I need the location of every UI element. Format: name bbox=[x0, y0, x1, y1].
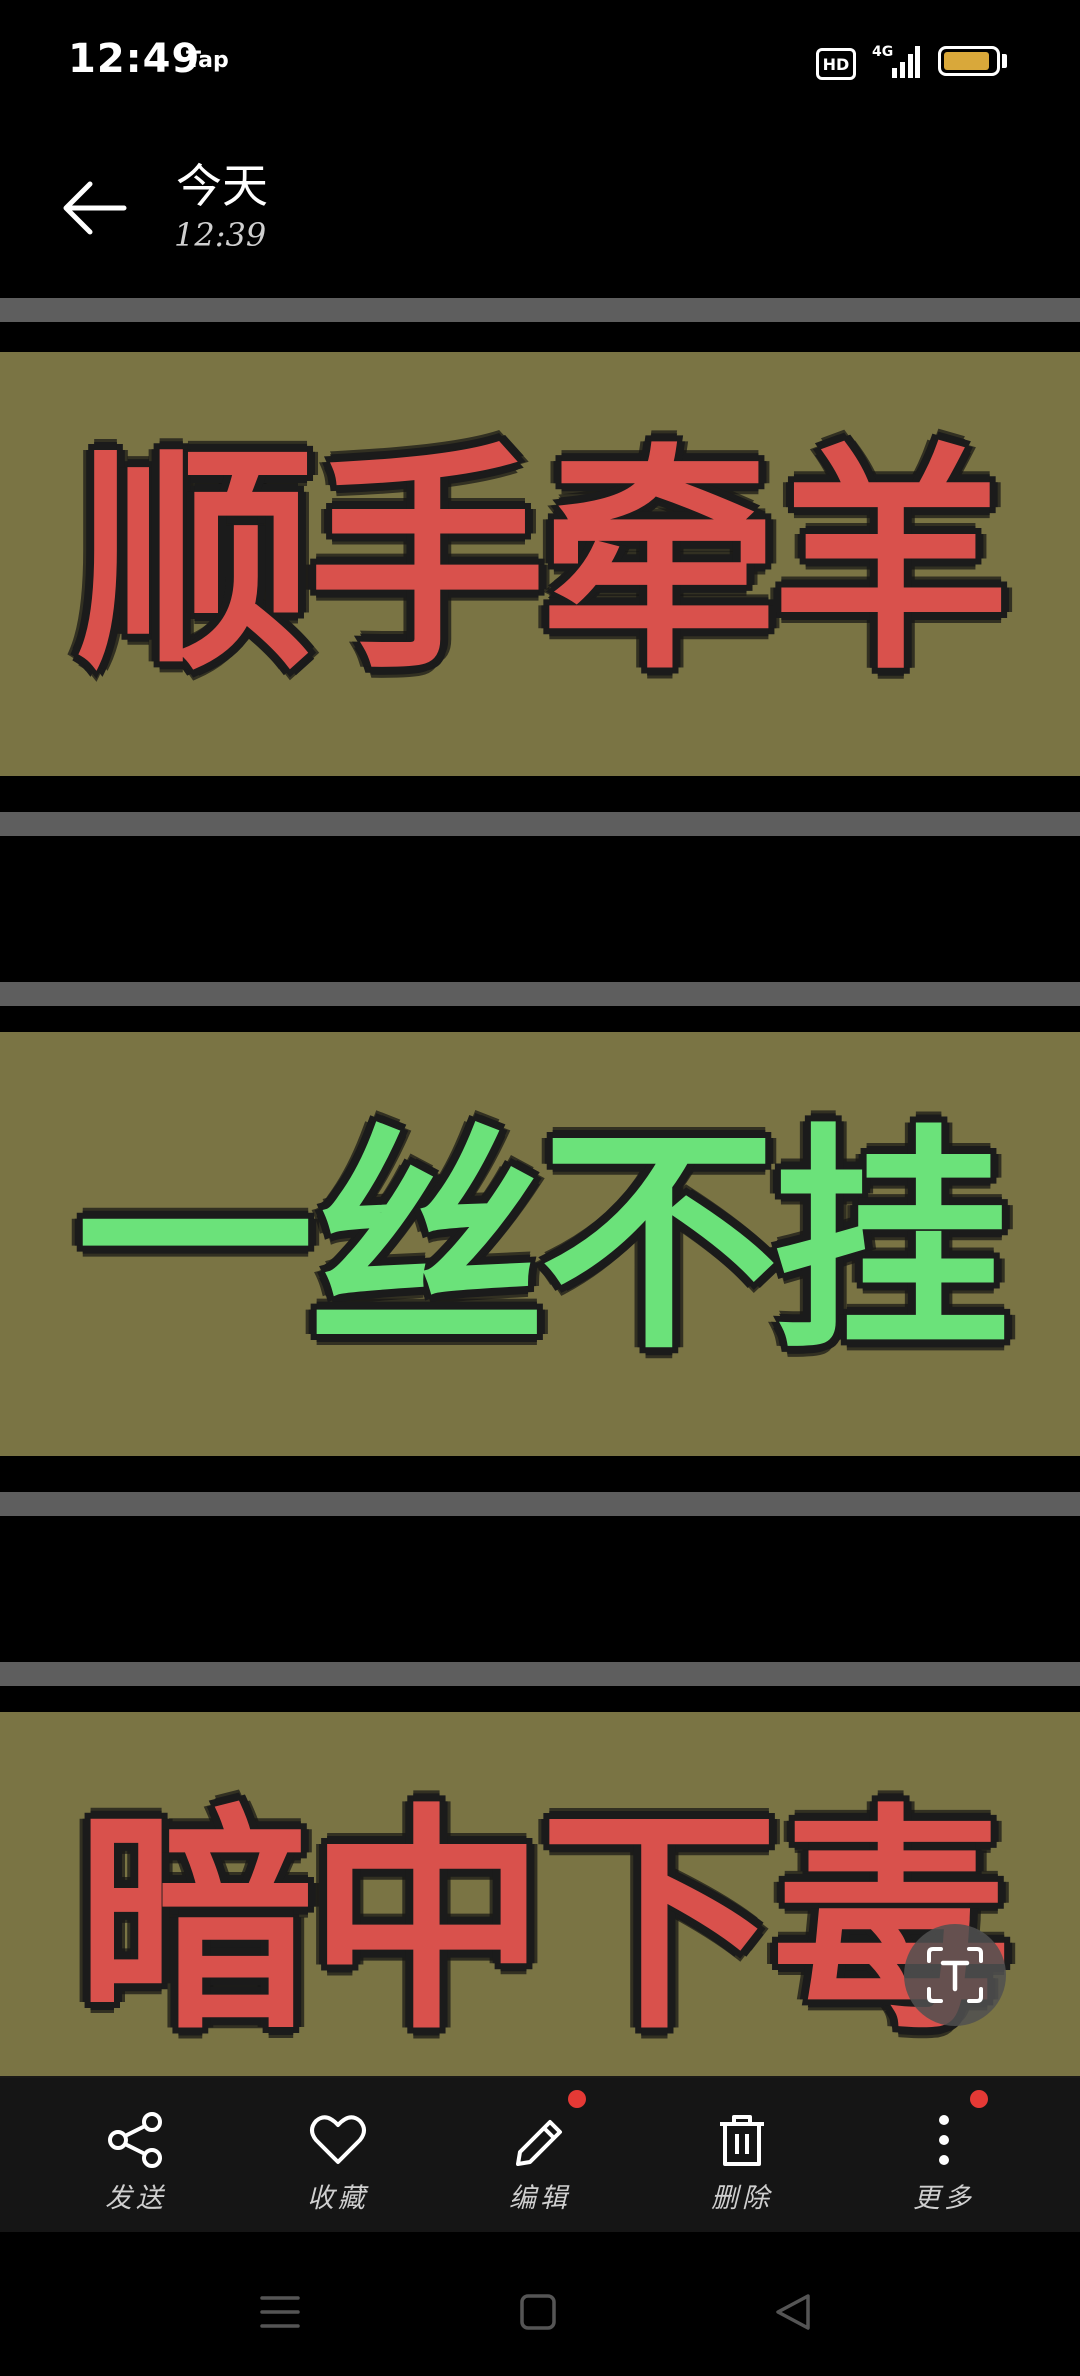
system-back-button[interactable] bbox=[764, 2282, 824, 2342]
heart-icon bbox=[310, 2115, 366, 2164]
recent-apps-button[interactable] bbox=[250, 2282, 310, 2342]
edit-button[interactable]: 编辑 bbox=[470, 2076, 610, 2232]
notification-dot bbox=[568, 2090, 586, 2108]
header-title: 今天 bbox=[176, 159, 268, 213]
home-icon bbox=[520, 2294, 556, 2330]
more-button[interactable]: 更多 bbox=[874, 2076, 1014, 2232]
text-recognition-button[interactable] bbox=[904, 1924, 1006, 2026]
status-bar: 12:49 Tap HD 4G bbox=[0, 0, 1080, 120]
delete-button[interactable]: 删除 bbox=[672, 2076, 812, 2232]
battery-tip bbox=[1002, 54, 1007, 68]
signal-icon: 4G bbox=[872, 44, 920, 78]
favorite-button[interactable]: 收藏 bbox=[268, 2076, 408, 2232]
trash-icon bbox=[720, 2115, 764, 2166]
image-stripe bbox=[0, 982, 1080, 1006]
arrow-left-icon bbox=[63, 181, 127, 235]
phrase-text: 一丝不挂 bbox=[76, 1105, 1010, 1382]
text-scan-icon bbox=[927, 1947, 983, 2003]
image-stripe bbox=[0, 1492, 1080, 1516]
image-panel-3: 暗中下毒 bbox=[0, 1712, 1080, 2078]
network-label: 4G bbox=[872, 44, 893, 60]
battery-fill bbox=[944, 52, 989, 70]
toolbar-label: 删除 bbox=[711, 2183, 773, 2214]
app-indicator: Tap bbox=[186, 48, 229, 73]
phrase-text: 暗中下毒 bbox=[76, 1785, 1010, 2062]
image-stripe bbox=[0, 812, 1080, 836]
toolbar-label: 编辑 bbox=[509, 2183, 571, 2214]
notification-dot bbox=[970, 2090, 988, 2108]
navigation-bar bbox=[0, 2232, 1080, 2376]
toolbar-label: 发送 bbox=[105, 2183, 167, 2214]
image-viewer[interactable]: 顺手牵羊 一丝不挂 暗中下毒 bbox=[0, 298, 1080, 2078]
image-stripe bbox=[0, 1662, 1080, 1686]
share-icon bbox=[108, 2112, 162, 2168]
back-button[interactable] bbox=[62, 178, 132, 238]
image-stripe bbox=[0, 298, 1080, 322]
home-button[interactable] bbox=[508, 2282, 568, 2342]
battery-icon bbox=[938, 46, 1000, 76]
phrase-text: 顺手牵羊 bbox=[76, 425, 1010, 702]
hd-badge: HD bbox=[816, 48, 856, 80]
image-panel-2: 一丝不挂 bbox=[0, 1032, 1080, 1456]
image-panel-1: 顺手牵羊 bbox=[0, 352, 1080, 776]
send-button[interactable]: 发送 bbox=[66, 2076, 206, 2232]
toolbar-label: 更多 bbox=[913, 2183, 975, 2214]
more-icon bbox=[939, 2115, 949, 2165]
status-time: 12:49 bbox=[68, 36, 201, 82]
toolbar-label: 收藏 bbox=[307, 2183, 369, 2214]
back-triangle-icon bbox=[776, 2294, 810, 2330]
bottom-toolbar: 发送 收藏 编辑 删除 更多 bbox=[0, 2076, 1080, 2232]
pencil-icon bbox=[516, 2120, 562, 2166]
menu-icon bbox=[260, 2296, 300, 2328]
header-time: 12:39 bbox=[174, 216, 267, 254]
